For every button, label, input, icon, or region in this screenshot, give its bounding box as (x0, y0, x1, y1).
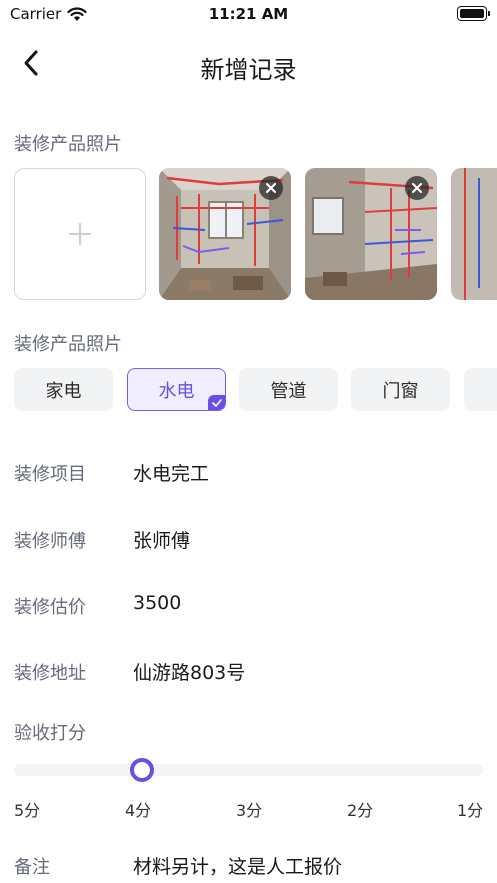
chip-plumbing-electric[interactable]: 水电 (127, 368, 226, 411)
page-title: 新增记录 (200, 56, 297, 84)
rating-tick-1: 1分 (457, 801, 484, 820)
price-value[interactable]: 3500 (133, 592, 181, 614)
remove-photo-button[interactable] (405, 176, 429, 200)
project-value[interactable]: 水电完工 (133, 459, 209, 486)
add-photo-button[interactable] (14, 168, 146, 300)
worker-value[interactable]: 张师傅 (133, 526, 190, 553)
photos-section-label: 装修产品照片 (14, 134, 122, 155)
battery-icon (457, 6, 490, 21)
address-label: 装修地址 (14, 663, 86, 684)
rating-tick-4: 4分 (125, 801, 152, 820)
rating-tick-3: 3分 (236, 801, 263, 820)
rating-label: 验收打分 (14, 723, 86, 744)
status-bar: Carrier 11:21 AM (0, 0, 497, 30)
chip-appliance[interactable]: 家电 (14, 368, 113, 411)
photo-strip[interactable] (14, 168, 497, 302)
nav-bar: 新增记录 (0, 30, 497, 100)
chip-pipes[interactable]: 管道 (239, 368, 338, 411)
close-icon (412, 183, 422, 193)
rating-tick-5: 5分 (14, 801, 41, 820)
photo-thumbnail[interactable] (451, 168, 497, 300)
notes-label: 备注 (14, 857, 50, 878)
category-section-label: 装修产品照片 (14, 334, 122, 355)
notes-value[interactable]: 材料另计，这是人工报价 (133, 852, 342, 879)
status-time: 11:21 AM (208, 5, 289, 23)
price-label: 装修估价 (14, 597, 86, 618)
close-icon (266, 183, 276, 193)
selected-badge (208, 395, 225, 410)
worker-label: 装修师傅 (14, 531, 86, 552)
project-label: 装修项目 (14, 464, 86, 485)
photo-thumbnail[interactable] (159, 168, 291, 300)
address-value[interactable]: 仙游路803号 (133, 658, 245, 685)
category-chip-group: 家电 水电 管道 门窗 (14, 368, 497, 412)
rating-slider-thumb[interactable] (129, 758, 154, 782)
remove-photo-button[interactable] (259, 176, 283, 200)
chip-more[interactable] (464, 368, 497, 411)
renovation-photo (451, 168, 497, 300)
check-icon (211, 398, 222, 407)
chip-doors-windows[interactable]: 门窗 (351, 368, 450, 411)
chip-label: 家电 (45, 380, 82, 402)
photo-thumbnail[interactable] (305, 168, 437, 300)
chip-label: 门窗 (382, 380, 419, 402)
chip-label: 水电 (158, 380, 195, 402)
rating-slider-track[interactable] (14, 764, 483, 776)
plus-icon (69, 223, 91, 245)
chip-label: 管道 (270, 380, 307, 402)
rating-tick-2: 2分 (347, 801, 374, 820)
